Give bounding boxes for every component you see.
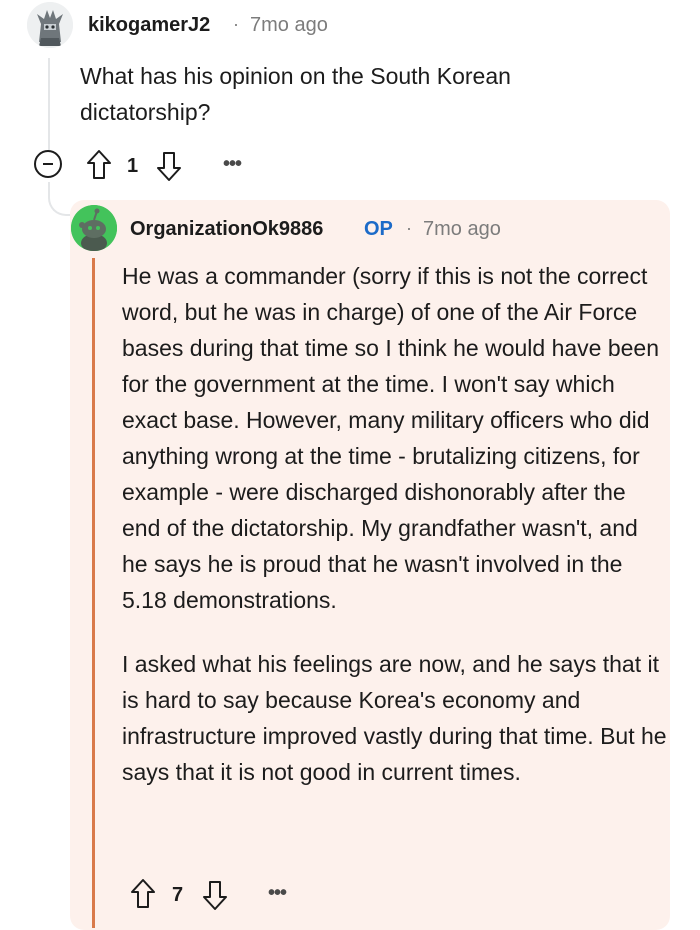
username[interactable]: OrganizationOk9886 [130, 218, 323, 241]
timestamp: 7mo ago [250, 14, 328, 36]
reply-paragraph: I asked what his feelings are now, and h… [122, 651, 667, 785]
downvote-icon[interactable] [156, 150, 182, 182]
upvote-icon[interactable] [86, 149, 112, 181]
avatar-icon [71, 205, 117, 251]
collapse-icon[interactable] [34, 150, 62, 178]
username[interactable]: kikogamerJ2 [88, 14, 210, 37]
comment-body: What has his opinion on the South Korean… [80, 63, 511, 125]
avatar[interactable] [71, 205, 117, 251]
reply-body: He was a commander (sorry if this is not… [122, 258, 667, 818]
avatar[interactable] [27, 2, 73, 48]
separator-dot: · [406, 218, 412, 238]
highlight-bar [92, 258, 95, 928]
more-icon[interactable]: ••• [268, 882, 287, 905]
thread-line [48, 58, 50, 150]
vote-count: 1 [127, 155, 139, 177]
op-badge: OP [364, 218, 393, 240]
more-icon[interactable]: ••• [223, 153, 242, 176]
vote-count: 7 [172, 884, 184, 906]
downvote-icon[interactable] [202, 879, 228, 911]
timestamp: 7mo ago [423, 218, 501, 240]
avatar-icon [27, 2, 73, 48]
separator-dot: · [233, 14, 239, 34]
upvote-icon[interactable] [130, 878, 156, 910]
reply-paragraph: He was a commander (sorry if this is not… [122, 263, 660, 613]
